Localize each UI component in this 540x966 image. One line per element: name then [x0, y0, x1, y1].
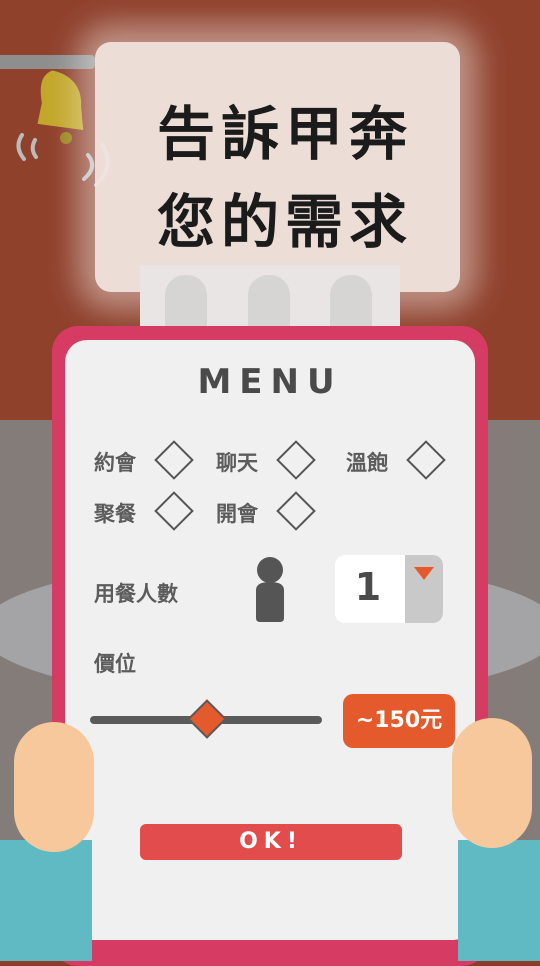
option-label-meeting: 開會 — [216, 502, 258, 526]
ok-button[interactable]: OK! — [140, 824, 402, 860]
right-sleeve — [458, 840, 540, 961]
option-label-meal: 溫飽 — [346, 451, 388, 475]
party-size-select[interactable]: 1 — [335, 555, 443, 623]
dropdown-arrow-icon — [414, 567, 434, 580]
left-hand — [14, 722, 94, 852]
party-size-label: 用餐人數 — [94, 582, 178, 606]
price-label: 價位 — [94, 652, 136, 676]
party-size-dropdown-button[interactable] — [405, 555, 443, 623]
option-label-gathering: 聚餐 — [94, 502, 136, 526]
left-sleeve — [0, 840, 92, 961]
price-value-badge: ~150元 — [343, 694, 455, 748]
option-label-chat: 聊天 — [216, 451, 258, 475]
sign-line-2: 您的需求 — [156, 188, 413, 256]
sign-line-1: 告訴甲奔 — [156, 100, 413, 168]
person-icon — [252, 556, 288, 628]
party-size-value: 1 — [354, 565, 382, 609]
menu-title: MENU — [197, 362, 343, 402]
option-label-dating: 約會 — [94, 451, 136, 475]
right-hand — [452, 718, 532, 848]
sign-text: 告訴甲奔 您的需求 — [120, 90, 450, 266]
